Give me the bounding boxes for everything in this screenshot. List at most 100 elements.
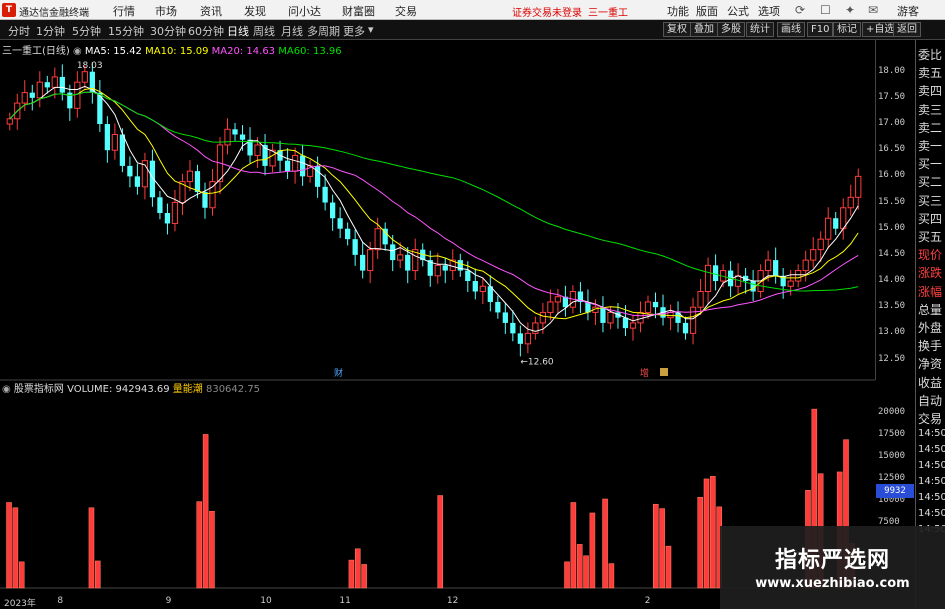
side-panel-item[interactable]: 换手 <box>918 337 942 354</box>
btn-overlay[interactable]: 叠加 <box>690 22 718 37</box>
candle-body <box>524 332 531 345</box>
candle-body <box>6 118 13 125</box>
menu-ask[interactable]: 问小达 <box>288 3 321 19</box>
settings-circle-icon[interactable]: ◉ <box>73 46 85 57</box>
side-panel-item[interactable]: 涨幅 <box>918 283 942 300</box>
btn-mark[interactable]: 标记 <box>833 22 861 37</box>
side-panel-item[interactable]: 外盘 <box>918 319 942 336</box>
side-panel-item[interactable]: 净资 <box>918 355 942 372</box>
period-15min[interactable]: 15分钟 <box>108 23 144 39</box>
side-panel-item[interactable]: 现价 <box>918 246 942 263</box>
side-panel-item[interactable]: 14:50 <box>918 444 945 455</box>
btn-adjust[interactable]: 复权 <box>663 22 691 37</box>
price-tick-label: 16.00 <box>878 170 906 181</box>
menu-trade[interactable]: 交易 <box>395 3 417 19</box>
side-panel-item[interactable]: 买五 <box>918 228 942 245</box>
side-panel-item[interactable]: 买四 <box>918 210 942 227</box>
candle-body <box>810 249 817 261</box>
period-daily[interactable]: 日线 <box>227 23 249 39</box>
side-panel-item[interactable]: 总量 <box>918 301 942 318</box>
side-panel-item[interactable]: 14:50 <box>918 476 945 487</box>
side-panel-item[interactable]: 卖一 <box>918 137 942 154</box>
menu-options[interactable]: 选项 <box>758 3 780 19</box>
candle-body <box>21 92 28 104</box>
menu-wealth[interactable]: 财富圈 <box>342 3 375 19</box>
date-tick-label: 2 <box>644 596 651 606</box>
menu-market[interactable]: 市场 <box>155 3 177 19</box>
candle-body <box>833 218 839 229</box>
btn-stats[interactable]: 统计 <box>746 22 774 37</box>
menu-news[interactable]: 资讯 <box>200 3 222 19</box>
skin-icon[interactable]: ✦ <box>845 3 855 17</box>
period-more-arrow-icon[interactable]: ▾ <box>368 23 374 36</box>
side-panel-item[interactable]: 14:50 <box>918 460 945 471</box>
period-multi[interactable]: 多周期 <box>307 23 340 39</box>
login-warning[interactable]: 证券交易未登录 <box>512 4 582 19</box>
candle-body <box>787 280 794 287</box>
kline-chart[interactable]: 18.03 ←12.60 财 增 <box>0 40 875 609</box>
volume-bar <box>703 478 710 589</box>
side-panel-item[interactable]: 卖二 <box>918 119 942 136</box>
side-panel-item[interactable]: 买一 <box>918 155 942 172</box>
candle-body <box>134 176 141 187</box>
candle-body <box>202 192 208 208</box>
candle-body <box>224 128 231 146</box>
candle-body <box>157 197 163 213</box>
btn-back[interactable]: 返回 <box>893 22 921 37</box>
refresh-icon[interactable]: ⟳ <box>795 3 805 17</box>
side-panel-item[interactable]: 卖五 <box>918 64 942 81</box>
menu-layout[interactable]: 版面 <box>696 3 718 19</box>
candle-body <box>825 217 832 240</box>
mail-icon[interactable]: ✉ <box>868 3 878 17</box>
volume-bar <box>653 503 659 589</box>
period-weekly[interactable]: 周线 <box>253 23 275 39</box>
menu-function[interactable]: 功能 <box>667 3 689 19</box>
btn-multi-stock[interactable]: 多股 <box>717 22 745 37</box>
period-more[interactable]: 更多 <box>343 23 365 39</box>
side-panel-item[interactable]: 卖三 <box>918 101 942 118</box>
volume-value: VOLUME: 942943.69 <box>67 384 170 395</box>
volume-bar <box>361 564 367 589</box>
guest-label[interactable]: 游客 <box>897 3 919 19</box>
side-panel-item[interactable]: 14:50 <box>918 492 945 503</box>
menu-discover[interactable]: 发现 <box>244 3 266 19</box>
price-tick-label: 14.50 <box>878 248 906 259</box>
side-panel-item[interactable]: 14:50 <box>918 508 945 519</box>
candle-body <box>345 228 351 240</box>
period-60min[interactable]: 60分钟 <box>188 23 224 39</box>
btn-draw[interactable]: 画线 <box>777 22 805 37</box>
candle-body <box>847 196 854 209</box>
chat-icon[interactable]: ☐ <box>820 3 831 17</box>
period-1min[interactable]: 1分钟 <box>36 23 65 39</box>
side-panel-item[interactable]: 收益 <box>918 374 942 391</box>
candle-body <box>59 76 65 93</box>
side-panel-item[interactable]: 卖四 <box>918 82 942 99</box>
volume-info-line: ◉ 股票指标网 VOLUME: 942943.69 量能潮 830642.75 <box>2 380 260 395</box>
side-panel-item[interactable]: 买三 <box>918 192 942 209</box>
side-panel-item[interactable]: 涨跌 <box>918 264 942 281</box>
side-panel-item[interactable]: 自动 <box>918 392 942 409</box>
volume-bar <box>12 507 19 589</box>
date-tick-label: 2023年 <box>4 599 36 609</box>
menu-formula[interactable]: 公式 <box>727 3 749 19</box>
event-marker-icon <box>660 368 668 376</box>
period-timeshare[interactable]: 分时 <box>8 23 30 39</box>
period-5min[interactable]: 5分钟 <box>72 23 101 39</box>
price-tick-label: 12.50 <box>878 353 906 364</box>
candle-body <box>51 76 58 88</box>
period-monthly[interactable]: 月线 <box>281 23 303 39</box>
volume-bar <box>570 502 577 589</box>
menu-quotes[interactable]: 行情 <box>113 3 135 19</box>
period-30min[interactable]: 30分钟 <box>150 23 186 39</box>
price-tick-label: 17.50 <box>878 91 906 102</box>
candle-body <box>704 264 712 292</box>
btn-f10[interactable]: F10 <box>807 22 834 37</box>
volume-bar <box>589 512 596 589</box>
side-panel-item[interactable]: 交易 <box>918 410 942 427</box>
side-panel-item[interactable]: 买二 <box>918 173 942 190</box>
side-panel-item[interactable]: 委比 <box>918 46 942 63</box>
side-panel-item[interactable]: 14:50 <box>918 428 945 439</box>
volume-bar <box>209 510 215 589</box>
candle-body <box>232 129 238 135</box>
settings-circle-icon[interactable]: ◉ <box>2 384 14 395</box>
